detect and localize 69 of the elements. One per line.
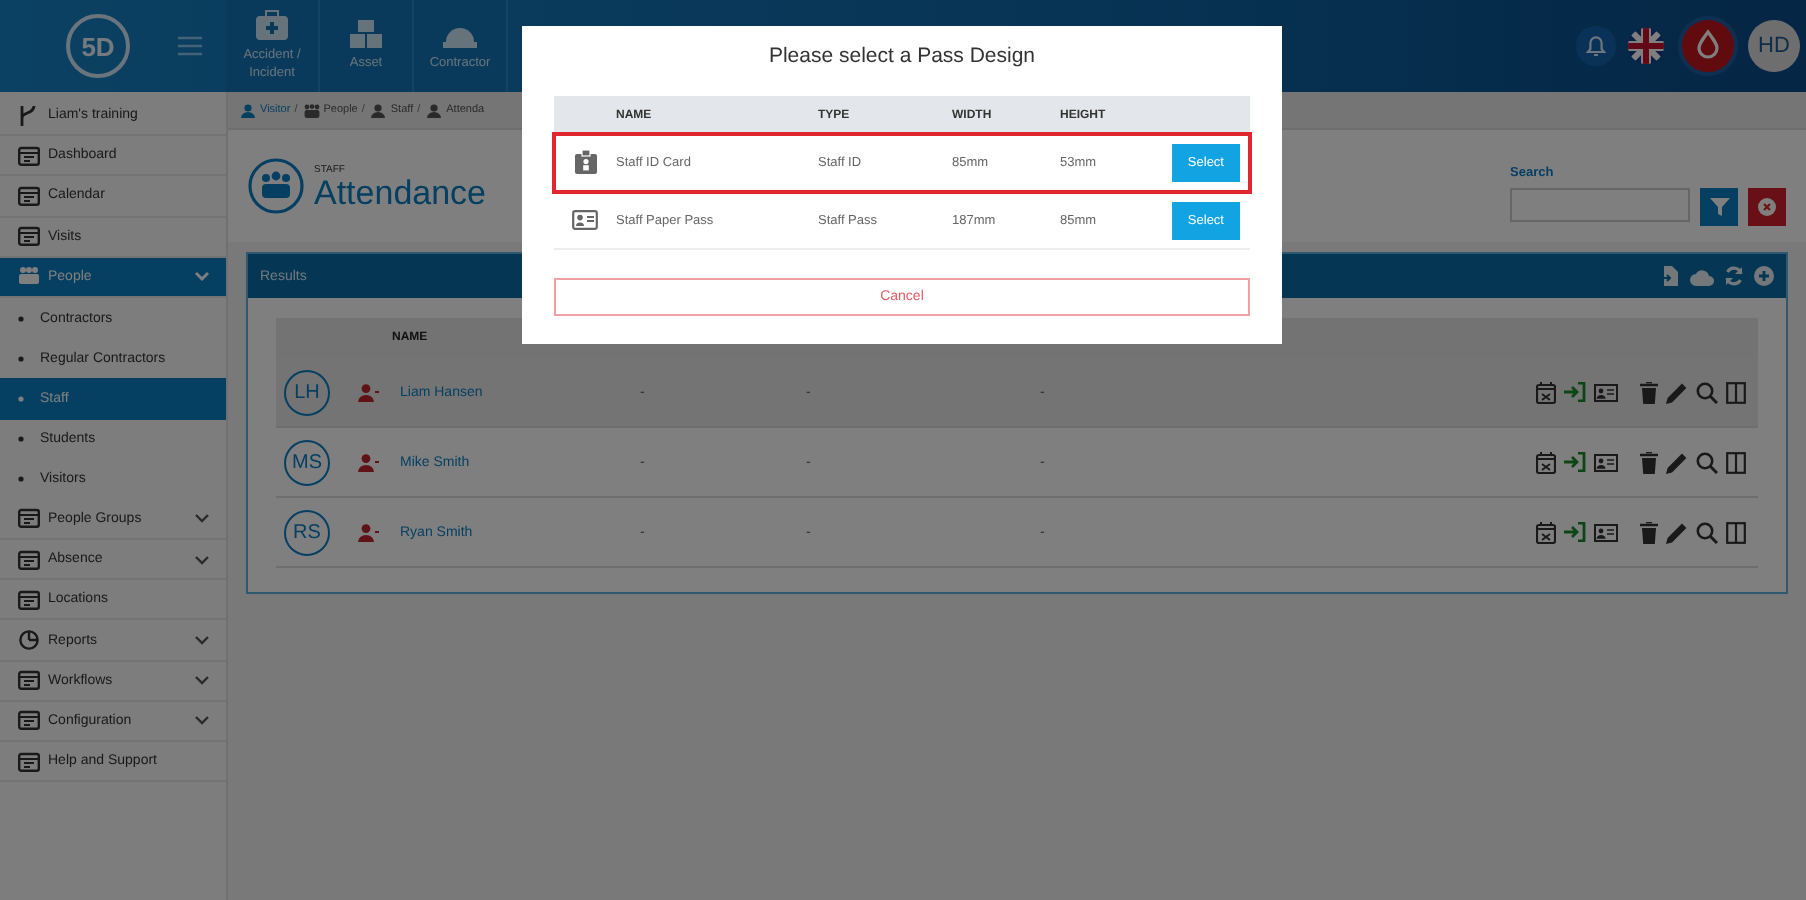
add-icon[interactable] bbox=[1754, 266, 1774, 286]
search-icon[interactable] bbox=[1696, 381, 1718, 403]
id-card-icon[interactable] bbox=[1594, 523, 1618, 541]
bell-icon[interactable] bbox=[1576, 26, 1616, 66]
id-badge-icon bbox=[573, 150, 597, 174]
calendar-icon[interactable] bbox=[1536, 521, 1556, 543]
menu-item-icon bbox=[18, 630, 40, 651]
dialog-title: Please select a Pass Design bbox=[766, 44, 1038, 68]
menu-item-icon bbox=[18, 145, 40, 166]
people-icon bbox=[248, 158, 304, 214]
clear-button[interactable] bbox=[1748, 188, 1786, 226]
menu-item-icon bbox=[18, 589, 40, 610]
id-card-icon bbox=[572, 210, 598, 230]
drop-icon[interactable] bbox=[1678, 16, 1738, 76]
filter-button[interactable] bbox=[1700, 188, 1738, 226]
initials-avatar: RS bbox=[284, 509, 330, 555]
user-icon bbox=[240, 103, 256, 117]
menu-item-icon bbox=[18, 508, 40, 529]
import-icon[interactable] bbox=[1660, 266, 1680, 286]
cloud-icon[interactable] bbox=[1690, 267, 1714, 285]
filter-icon bbox=[1709, 198, 1729, 216]
bullet-icon bbox=[18, 355, 24, 362]
sign-in-icon[interactable] bbox=[1564, 522, 1586, 542]
people-icon bbox=[18, 266, 40, 287]
calendar-icon[interactable] bbox=[1536, 451, 1556, 473]
id-card-icon[interactable] bbox=[1594, 383, 1618, 401]
trash-icon[interactable] bbox=[1640, 521, 1658, 543]
logo[interactable]: 5D bbox=[66, 14, 130, 78]
sign-in-icon[interactable] bbox=[1564, 382, 1586, 402]
user-icon bbox=[358, 523, 380, 541]
menu-item-icon bbox=[18, 670, 40, 691]
search-icon[interactable] bbox=[1696, 521, 1718, 543]
branch-icon bbox=[18, 105, 40, 126]
close-icon bbox=[1758, 198, 1776, 216]
people-icon bbox=[303, 103, 320, 117]
medical-case-icon bbox=[254, 10, 290, 43]
bullet-icon bbox=[18, 476, 24, 483]
calendar-icon[interactable] bbox=[1536, 381, 1556, 403]
page-title: Attendance bbox=[314, 175, 487, 209]
menu-item-icon bbox=[18, 185, 40, 206]
pencil-icon[interactable] bbox=[1666, 381, 1688, 403]
search-icon[interactable] bbox=[1696, 451, 1718, 473]
bullet-icon bbox=[18, 315, 24, 322]
user-avatar[interactable]: HD bbox=[1748, 20, 1800, 72]
trash-icon[interactable] bbox=[1640, 381, 1658, 403]
menu-item-icon bbox=[18, 710, 40, 731]
user-icon bbox=[358, 383, 380, 401]
bullet-icon bbox=[18, 436, 24, 443]
bullet-icon bbox=[18, 395, 24, 402]
search-field[interactable] bbox=[1510, 188, 1690, 222]
user-icon bbox=[370, 103, 387, 117]
user-icon bbox=[358, 453, 380, 471]
initials-avatar: LH bbox=[284, 369, 330, 415]
boxes-icon bbox=[348, 18, 384, 51]
initials-avatar: MS bbox=[284, 439, 330, 485]
sign-in-icon[interactable] bbox=[1564, 452, 1586, 472]
menu-item-icon bbox=[18, 226, 40, 247]
columns-icon[interactable] bbox=[1726, 381, 1746, 403]
menu-item-icon bbox=[18, 549, 40, 570]
flag-icon[interactable] bbox=[1628, 28, 1664, 64]
id-card-icon[interactable] bbox=[1594, 453, 1618, 471]
columns-icon[interactable] bbox=[1726, 521, 1746, 543]
columns-icon[interactable] bbox=[1726, 451, 1746, 473]
user-icon bbox=[426, 103, 443, 117]
pencil-icon[interactable] bbox=[1666, 451, 1688, 473]
refresh-icon[interactable] bbox=[1724, 266, 1744, 286]
trash-icon[interactable] bbox=[1640, 451, 1658, 473]
pencil-icon[interactable] bbox=[1666, 521, 1688, 543]
menu-item-icon bbox=[18, 751, 40, 772]
